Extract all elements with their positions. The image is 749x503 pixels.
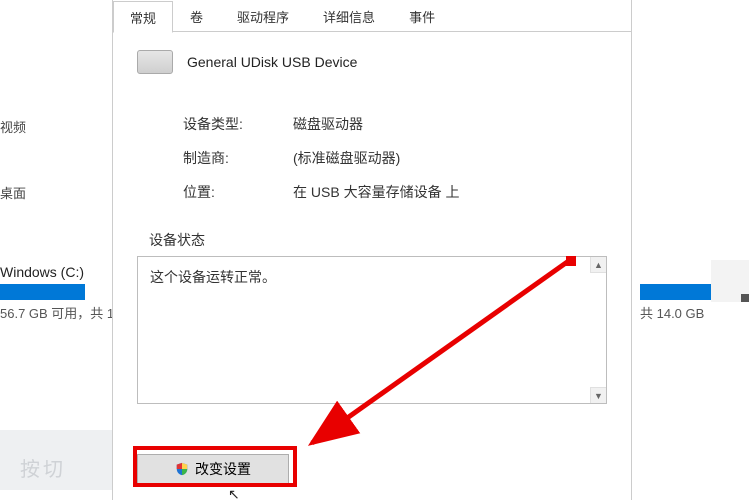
change-settings-label: 改变设置 [195, 459, 251, 479]
property-type-value: 磁盘驱动器 [293, 114, 607, 134]
property-manufacturer-value: (标准磁盘驱动器) [293, 148, 607, 168]
bg-drive-c-usage-bar [0, 284, 85, 300]
property-type-label: 设备类型: [183, 114, 293, 134]
device-properties: 设备类型: 磁盘驱动器 制造商: (标准磁盘驱动器) 位置: 在 USB 大容量… [113, 84, 631, 224]
tab-general[interactable]: 常规 [113, 1, 173, 33]
bg-drive-c-usage-text: 56.7 GB 可用，共 1 [0, 303, 114, 322]
shield-icon [175, 462, 189, 476]
property-manufacturer-label: 制造商: [183, 148, 293, 168]
bg-nav-desktop: 桌面 [0, 183, 26, 202]
disk-drive-icon [137, 50, 173, 74]
status-scroll-down-icon[interactable]: ▼ [590, 387, 606, 403]
tab-driver[interactable]: 驱动程序 [220, 0, 306, 31]
dialog-tabs: 常规 卷 驱动程序 详细信息 事件 [113, 0, 631, 32]
bg-nav-video: 视频 [0, 117, 26, 136]
property-location-label: 位置: [183, 182, 293, 202]
property-row-manufacturer: 制造商: (标准磁盘驱动器) [183, 148, 607, 168]
property-row-type: 设备类型: 磁盘驱动器 [183, 114, 607, 134]
device-status-text: 这个设备运转正常。 [138, 257, 606, 297]
device-properties-dialog: 常规 卷 驱动程序 详细信息 事件 General UDisk USB Devi… [112, 0, 632, 500]
device-header: General UDisk USB Device [113, 32, 631, 84]
device-status-box: 这个设备运转正常。 ▲ ▼ [137, 256, 607, 404]
tab-details[interactable]: 详细信息 [306, 0, 392, 31]
property-row-location: 位置: 在 USB 大容量存储设备 上 [183, 182, 607, 202]
property-location-value: 在 USB 大容量存储设备 上 [293, 182, 607, 202]
device-status-label: 设备状态 [113, 224, 631, 256]
bg-switch-text: 按切 [20, 453, 66, 482]
bg-drive-right-usage-text: 共 14.0 GB [640, 303, 704, 322]
device-name: General UDisk USB Device [187, 54, 357, 70]
tab-volumes[interactable]: 卷 [173, 0, 220, 31]
tab-events[interactable]: 事件 [392, 0, 452, 31]
change-settings-button[interactable]: 改变设置 [137, 454, 289, 484]
status-scroll-up-icon[interactable]: ▲ [590, 257, 606, 273]
bg-right-panel-stub-mark [741, 294, 749, 302]
bg-drive-c-label: Windows (C:) [0, 264, 84, 280]
